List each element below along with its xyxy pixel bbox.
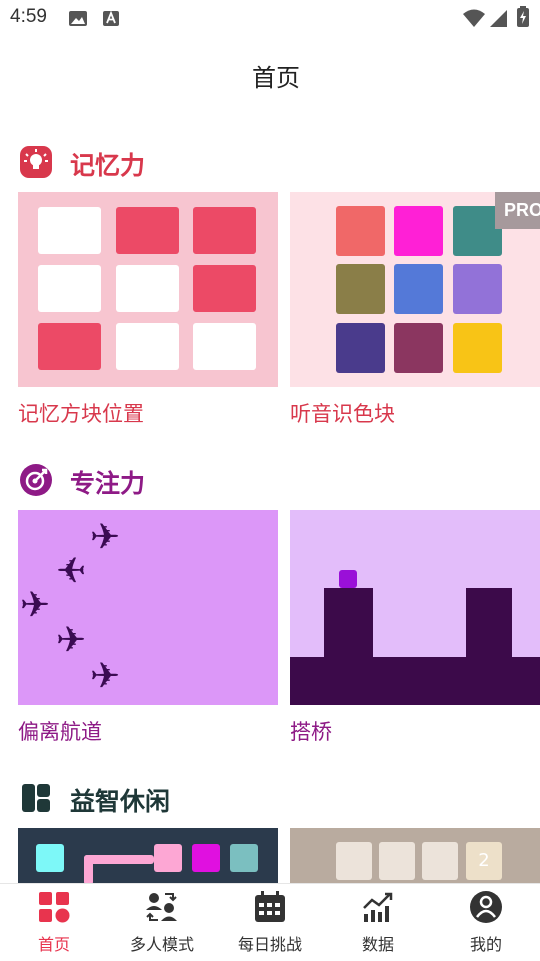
nav-label-multiplayer: 多人模式 xyxy=(129,935,194,954)
off-course-label[interactable]: 偏离航道 xyxy=(18,716,102,746)
color-block xyxy=(453,323,502,373)
home-grid-icon xyxy=(39,892,70,923)
grid-cell xyxy=(116,323,179,370)
grid-cell xyxy=(193,323,256,370)
off-course-card[interactable]: ✈ ✈ ✈ ✈ ✈ xyxy=(18,510,278,705)
color-block xyxy=(394,206,443,256)
connect-pipes-card[interactable] xyxy=(18,828,278,884)
image-icon xyxy=(69,11,87,26)
airplane-icon: ✈ xyxy=(90,517,121,558)
bridge-label[interactable]: 搭桥 xyxy=(290,716,332,746)
calendar-icon xyxy=(255,891,285,922)
grid-cell xyxy=(116,265,179,312)
battery-icon xyxy=(517,6,529,27)
nav-multiplayer[interactable]: 多人模式 xyxy=(108,884,216,961)
ground xyxy=(290,657,540,705)
cellular-signal-icon xyxy=(490,10,507,27)
nav-label-home: 首页 xyxy=(37,935,70,954)
chart-trend-icon xyxy=(363,892,393,922)
color-block xyxy=(394,264,443,314)
color-block xyxy=(336,206,385,256)
color-block xyxy=(336,264,385,314)
game-tile xyxy=(230,844,258,872)
nav-label-profile: 我的 xyxy=(469,935,502,954)
number-tile xyxy=(379,842,415,880)
section-title-memory: 记忆力 xyxy=(70,151,146,180)
nav-label-daily-challenge: 每日挑战 xyxy=(237,935,302,954)
nav-label-data: 数据 xyxy=(361,935,394,954)
grid-cell xyxy=(116,207,179,254)
status-bar: 4:59 xyxy=(0,0,540,36)
grid-cell xyxy=(38,323,101,370)
color-block xyxy=(453,264,502,314)
color-listen-label[interactable]: 听音识色块 xyxy=(290,398,395,428)
section-title-puzzle: 益智休闲 xyxy=(70,787,171,816)
game-tile xyxy=(36,844,64,872)
game-tile xyxy=(192,844,220,872)
target-icon xyxy=(20,464,52,496)
multiplayer-icon xyxy=(146,893,177,921)
grid-cell xyxy=(193,207,256,254)
number-tile-2: 2 xyxy=(466,842,502,880)
number-tiles-card[interactable]: 2 xyxy=(290,828,540,884)
color-block xyxy=(394,323,443,373)
nav-data[interactable]: 数据 xyxy=(324,884,432,961)
nav-home[interactable]: 首页 xyxy=(0,884,108,961)
pillar xyxy=(466,588,512,658)
grid-cell xyxy=(38,207,101,254)
nav-profile[interactable]: 我的 xyxy=(432,884,540,961)
pillar xyxy=(324,588,373,658)
color-block xyxy=(336,323,385,373)
pro-badge: PRO xyxy=(495,192,540,229)
grid-cell xyxy=(193,265,256,312)
memory-blocks-card[interactable] xyxy=(18,192,278,387)
color-listen-card[interactable]: PRO xyxy=(290,192,540,387)
wifi-icon xyxy=(463,9,485,27)
airplane-icon: ✈ xyxy=(56,551,87,592)
font-icon xyxy=(103,10,119,26)
pipe-segment xyxy=(84,855,154,864)
number-tile xyxy=(336,842,372,880)
pipe-segment xyxy=(84,855,93,884)
player-block xyxy=(339,570,357,588)
page-title: 首页 xyxy=(252,64,300,92)
airplane-icon: ✈ xyxy=(56,620,87,661)
grid-cell xyxy=(38,265,101,312)
memory-blocks-label[interactable]: 记忆方块位置 xyxy=(18,398,144,428)
user-icon xyxy=(470,891,502,923)
airplane-icon: ✈ xyxy=(90,656,121,697)
puzzle-grid-icon xyxy=(20,782,52,814)
nav-daily-challenge[interactable]: 每日挑战 xyxy=(216,884,324,961)
bottom-navigation: 首页 多人模式 每日挑战 数据 我的 xyxy=(0,883,540,961)
airplane-icon: ✈ xyxy=(20,585,51,626)
status-time: 4:59 xyxy=(10,6,47,27)
number-tile xyxy=(422,842,458,880)
bridge-card[interactable] xyxy=(290,510,540,705)
section-title-focus: 专注力 xyxy=(70,469,146,498)
lightbulb-icon xyxy=(20,146,52,178)
game-tile xyxy=(154,844,182,872)
